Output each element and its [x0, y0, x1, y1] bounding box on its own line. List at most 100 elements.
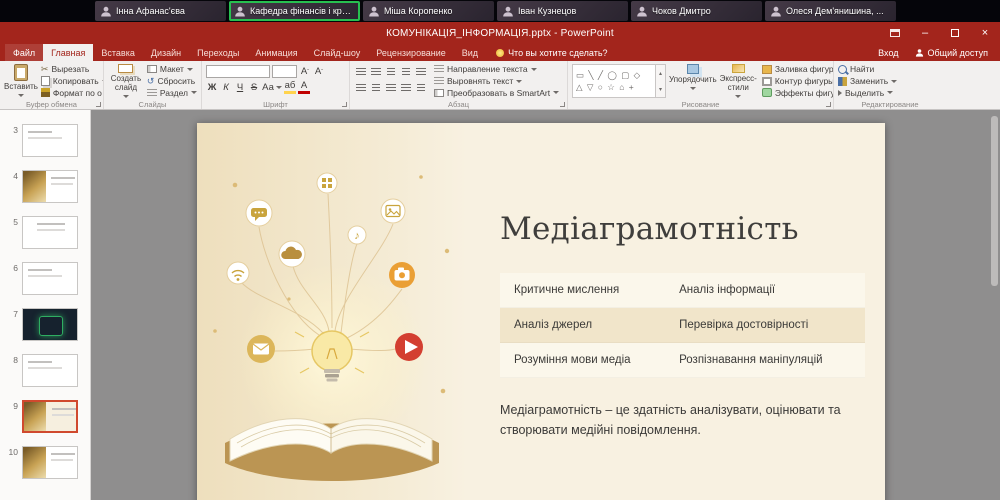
slide-thumbnail[interactable]	[22, 400, 78, 433]
participant-tile[interactable]: Іван Кузнецов	[497, 1, 628, 21]
table-row[interactable]: Критичне мислення Аналіз інформації	[500, 273, 865, 308]
select-button[interactable]: Выделить	[838, 87, 897, 98]
font-color-button[interactable]: А	[298, 81, 310, 94]
quick-styles-button[interactable]: Экспресс-стили	[720, 64, 757, 98]
shapes-gallery[interactable]: ▭ ╲ ╱ ◯ ▢ ◇ △ ▽ ○ ☆ ⌂ +	[572, 64, 656, 98]
align-right-button[interactable]	[384, 82, 397, 94]
cut-button[interactable]: ✂Вырезать	[41, 64, 104, 75]
slide-thumbnail[interactable]	[22, 170, 78, 203]
layout-button[interactable]: Макет	[147, 64, 197, 75]
table-row[interactable]: Розуміння мови медіа Розпізнавання маніп…	[500, 343, 865, 378]
numbering-button[interactable]	[369, 66, 382, 78]
tab-animations[interactable]: Анимация	[247, 44, 305, 61]
shape-outline-button[interactable]: Контур фигуры	[762, 76, 834, 87]
slide-title[interactable]: Медіаграмотність	[500, 123, 868, 247]
participant-tile-active-speaker[interactable]: Кафедра фінансів і креди...	[229, 1, 360, 21]
section-button[interactable]: Раздел	[147, 87, 197, 98]
participant-name: Кафедра фінансів і креди...	[250, 6, 355, 16]
tab-view[interactable]: Вид	[454, 44, 486, 61]
slide-canvas[interactable]: ♪	[197, 123, 885, 500]
new-slide-icon	[118, 64, 133, 73]
replace-button[interactable]: Заменить	[838, 76, 897, 87]
clipboard-group: Вставить ✂Вырезать Копировать Формат по …	[0, 61, 104, 109]
vertical-scrollbar[interactable]	[991, 116, 998, 286]
slide-thumbnail[interactable]	[22, 216, 78, 249]
share-button[interactable]: Общий доступ	[915, 48, 988, 58]
tab-file[interactable]: Файл	[5, 44, 43, 61]
change-case-button[interactable]: Аа	[262, 83, 274, 93]
find-button[interactable]: Найти	[838, 64, 897, 75]
thumbnail-slide-4[interactable]: 4	[0, 170, 90, 203]
maximize-button[interactable]	[940, 22, 970, 44]
window-title: КОМУНІКАЦІЯ_ІНФОРМАЦІЯ.pptx - PowerPoint	[0, 28, 1000, 39]
increase-indent-button[interactable]	[399, 66, 412, 78]
columns-button[interactable]	[414, 82, 427, 94]
font-name-input[interactable]	[206, 65, 270, 78]
copy-button[interactable]: Копировать	[41, 76, 104, 87]
camera-icon	[389, 262, 415, 288]
bold-button[interactable]: Ж	[206, 83, 218, 93]
participant-tile[interactable]: Інна Афанас'єва	[95, 1, 226, 21]
font-size-input[interactable]	[272, 65, 297, 78]
arrange-button[interactable]: Упорядочить	[669, 64, 717, 98]
decrease-indent-button[interactable]	[384, 66, 397, 78]
tab-review[interactable]: Рецензирование	[368, 44, 454, 61]
chevron-down-icon	[735, 95, 741, 98]
slide-thumbnail[interactable]	[22, 446, 78, 479]
text-direction-button[interactable]: Направление текста	[434, 64, 559, 75]
shape-effects-button[interactable]: Эффекты фигуры	[762, 87, 834, 98]
slide-paragraph[interactable]: Медіаграмотність – це здатність аналізув…	[500, 400, 868, 440]
align-left-button[interactable]	[354, 82, 367, 94]
slide-thumbnail[interactable]	[22, 354, 78, 387]
close-button[interactable]: ×	[970, 22, 1000, 44]
slide-table[interactable]: Критичне мислення Аналіз інформації Анал…	[500, 273, 865, 378]
thumbnail-slide-10[interactable]: 10	[0, 446, 90, 479]
thumbnail-slide-5[interactable]: 5	[0, 216, 90, 249]
person-icon	[770, 5, 782, 17]
grow-font-button[interactable]: Аˆ	[299, 67, 311, 77]
tab-insert[interactable]: Вставка	[93, 44, 142, 61]
tab-transitions[interactable]: Переходы	[189, 44, 247, 61]
scroll-down-icon[interactable]: ▾	[659, 86, 662, 93]
tab-home[interactable]: Главная	[43, 44, 93, 61]
slide-thumbnail[interactable]	[22, 308, 78, 341]
shapes-scrollbar[interactable]: ▴ ▾	[656, 64, 666, 98]
shrink-font-button[interactable]: Аˇ	[313, 67, 325, 77]
align-text-button[interactable]: Выровнять текст	[434, 76, 559, 87]
ribbon-display-options-button[interactable]	[880, 22, 910, 44]
slide-number: 8	[8, 354, 18, 365]
convert-smartart-button[interactable]: Преобразовать в SmartArt	[434, 87, 559, 98]
align-center-button[interactable]	[369, 82, 382, 94]
italic-button[interactable]: К	[220, 83, 232, 93]
tab-design[interactable]: Дизайн	[143, 44, 189, 61]
underline-button[interactable]: Ч	[234, 83, 246, 93]
text-highlight-button[interactable]: аб	[284, 81, 296, 94]
thumbnail-slide-9-selected[interactable]: 9	[0, 400, 90, 433]
slide-number: 10	[8, 446, 18, 457]
slide-thumbnail[interactable]	[22, 262, 78, 295]
scroll-up-icon[interactable]: ▴	[659, 70, 662, 77]
reset-button[interactable]: ↺Сбросить	[147, 76, 197, 87]
slide-thumbnail[interactable]	[22, 124, 78, 157]
thumbnail-slide-3[interactable]: 3	[0, 124, 90, 157]
participant-tile[interactable]: Олеся Дем'янишина, ...	[765, 1, 896, 21]
slides-group: Создать слайд Макет ↺Сбросить Раздел Сла…	[104, 61, 202, 109]
line-spacing-button[interactable]	[414, 66, 427, 78]
thumbnail-slide-6[interactable]: 6	[0, 262, 90, 295]
new-slide-button[interactable]: Создать слайд	[108, 64, 144, 98]
table-row[interactable]: Аналіз джерел Перевірка достовірності	[500, 308, 865, 343]
strikethrough-button[interactable]: S	[248, 83, 260, 93]
minimize-button[interactable]: –	[910, 22, 940, 44]
thumbnail-slide-8[interactable]: 8	[0, 354, 90, 387]
participant-tile[interactable]: Міша Коропенко	[363, 1, 494, 21]
sign-in-link[interactable]: Вход	[878, 48, 898, 58]
bullets-button[interactable]	[354, 66, 367, 78]
shape-fill-button[interactable]: Заливка фигуры	[762, 64, 834, 75]
participant-tile[interactable]: Чоков Дмитро	[631, 1, 762, 21]
format-painter-button[interactable]: Формат по образцу	[41, 87, 104, 98]
tell-me-box[interactable]: Что вы хотите сделать?	[496, 44, 608, 61]
justify-button[interactable]	[399, 82, 412, 94]
paste-button[interactable]: Вставить	[4, 64, 38, 98]
thumbnail-slide-7[interactable]: 7	[0, 308, 90, 341]
tab-slideshow[interactable]: Слайд-шоу	[306, 44, 369, 61]
